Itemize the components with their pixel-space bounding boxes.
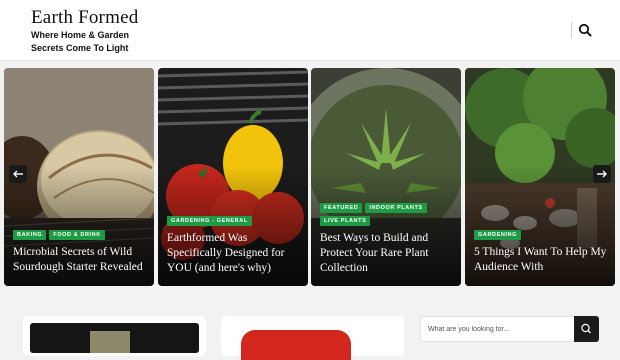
sidebar-search-input[interactable] <box>428 321 568 337</box>
slider-next-button[interactable] <box>593 165 611 183</box>
tag[interactable]: Gardening - General <box>167 216 252 226</box>
slider-prev-button[interactable] <box>9 165 27 183</box>
tag[interactable]: Baking <box>13 230 47 240</box>
arrow-left-icon <box>13 170 23 178</box>
site-tagline: Where Home & Garden Secrets Come To Ligh… <box>31 30 130 53</box>
card-tags: Featured Indoor Plants Live Plants <box>320 203 456 226</box>
post-thumbnail <box>30 323 199 353</box>
sidebar-search <box>420 316 599 342</box>
slider-card[interactable]: Gardening - General Earthformed Was Spec… <box>158 68 308 286</box>
card-tags: Gardening - General <box>167 216 303 226</box>
post-thumbnail <box>241 330 351 360</box>
search-icon[interactable] <box>578 23 592 37</box>
tag[interactable]: Featured <box>320 203 363 213</box>
tag[interactable]: Food & Drink <box>49 230 105 240</box>
post-card[interactable] <box>221 316 404 360</box>
site-header: Earth Formed Where Home & Garden Secrets… <box>0 0 620 61</box>
card-tags: Baking Food & Drink <box>13 230 149 240</box>
card-title[interactable]: Best Ways to Build and Protect Your Rare… <box>320 231 456 276</box>
site-title[interactable]: Earth Formed <box>31 7 138 29</box>
card-title[interactable]: Earthformed Was Specifically Designed fo… <box>167 231 303 276</box>
tag[interactable]: Live Plants <box>320 216 371 226</box>
sidebar-search-button[interactable] <box>574 316 599 342</box>
slider-card[interactable]: Featured Indoor Plants Live Plants Best … <box>311 68 461 286</box>
search-icon <box>581 323 591 334</box>
tag[interactable]: Indoor Plants <box>365 203 427 213</box>
card-title[interactable]: Microbial Secrets of Wild Sourdough Star… <box>13 245 149 275</box>
tag[interactable]: Gardening <box>474 230 522 240</box>
post-card[interactable] <box>23 316 206 356</box>
header-divider <box>571 22 572 38</box>
card-tags: Gardening <box>474 230 610 240</box>
featured-slider: Baking Food & Drink Microbial Secrets of… <box>0 68 620 288</box>
card-title[interactable]: 5 Things I Want To Help My Audience With <box>474 245 610 275</box>
arrow-right-icon <box>597 170 607 178</box>
